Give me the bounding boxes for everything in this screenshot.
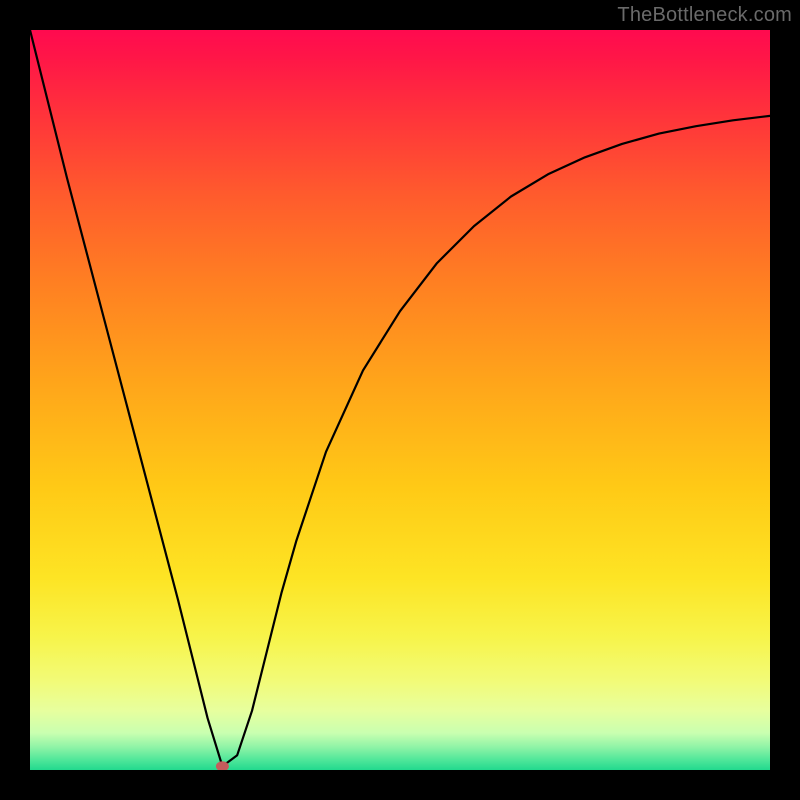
bottleneck-curve <box>30 30 770 766</box>
curve-svg <box>30 30 770 770</box>
plot-area <box>30 30 770 770</box>
chart-frame: TheBottleneck.com <box>0 0 800 800</box>
watermark-text: TheBottleneck.com <box>617 4 792 27</box>
